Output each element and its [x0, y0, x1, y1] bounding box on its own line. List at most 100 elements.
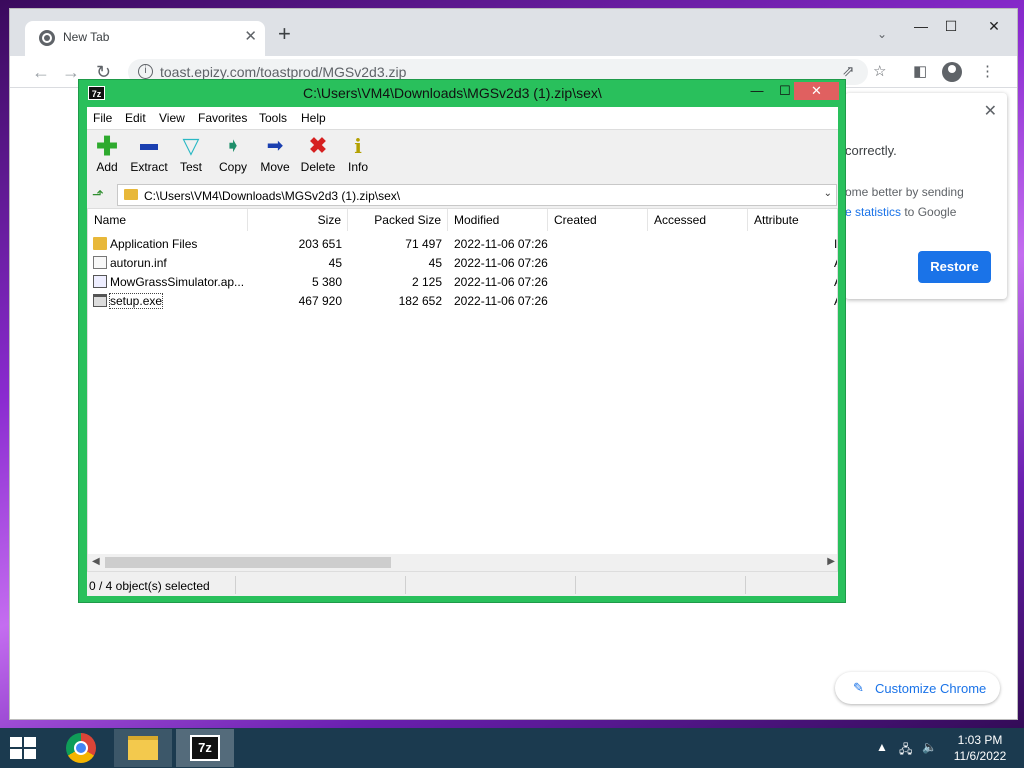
file-row[interactable]: MowGrassSimulator.ap... 5 380 2 125 2022…	[88, 273, 837, 292]
folder-icon	[93, 237, 107, 250]
menu-favorites[interactable]: Favorites	[198, 111, 247, 125]
restore-pages-bubble: ✕ correctly. ome better by sending e sta…	[845, 93, 1007, 299]
file-explorer-icon	[128, 736, 158, 760]
tab-search-chevron-icon[interactable]: ⌄	[877, 27, 887, 41]
customize-chrome-label: Customize Chrome	[875, 681, 987, 696]
tab-title: New Tab	[63, 30, 110, 44]
volume-icon[interactable]: 🔈	[922, 740, 937, 754]
info-label: Info	[347, 160, 368, 174]
folder-icon	[124, 189, 138, 200]
menu-edit[interactable]: Edit	[125, 111, 146, 125]
file-row[interactable]: setup.exe 467 920 182 652 2022-11-06 07:…	[88, 292, 837, 311]
info-button[interactable]: i Info	[335, 134, 381, 180]
copy-button[interactable]: ➧ Copy	[210, 134, 256, 180]
taskbar-chrome[interactable]	[52, 729, 110, 767]
arrow-right-icon: ➡	[266, 135, 284, 157]
menu-help[interactable]: Help	[301, 111, 326, 125]
up-folder-icon[interactable]: ⬏	[92, 186, 104, 203]
add-button[interactable]: ✚ Add	[84, 131, 130, 180]
clock[interactable]: 1:03 PM 11/6/2022	[950, 732, 1010, 764]
back-arrow-icon[interactable]: ←	[32, 62, 50, 82]
7zip-address-text[interactable]: C:\Users\VM4\Downloads\MGSv2d3 (1).zip\s…	[144, 189, 400, 203]
double-arrow-icon: ➧	[224, 135, 242, 157]
test-button[interactable]: ▽ Test	[168, 134, 214, 180]
file-attributes: I	[834, 237, 838, 251]
7zip-minimize-button[interactable]: —	[744, 82, 770, 100]
menu-file[interactable]: File	[93, 111, 112, 125]
7zip-close-button[interactable]: ✕	[794, 82, 839, 100]
restore-message-line3: e statistics to Google	[845, 205, 956, 219]
check-icon: ▽	[182, 133, 200, 158]
7zip-title-bar[interactable]: 7z C:\Users\VM4\Downloads\MGSv2d3 (1).zi…	[79, 80, 845, 106]
scroll-right-icon[interactable]: ▶	[827, 556, 835, 567]
file-attributes: A	[834, 275, 837, 289]
chrome-close-button[interactable]: ✕	[972, 13, 1016, 39]
site-info-icon[interactable]: i	[138, 64, 153, 79]
taskbar-7zip[interactable]: 7z	[176, 729, 234, 767]
col-packed-size[interactable]: Packed Size	[348, 209, 448, 231]
file-size: 5 380	[311, 275, 342, 289]
clock-date: 11/6/2022	[953, 749, 1007, 763]
file-packed-size: 2 125	[411, 275, 442, 289]
move-label: Move	[260, 160, 290, 174]
show-hidden-icons-icon[interactable]: ▲	[876, 740, 888, 754]
file-attributes: A	[834, 256, 837, 270]
address-dropdown-icon[interactable]: ⌄	[824, 188, 832, 199]
customize-chrome-button[interactable]: ✎ Customize Chrome	[835, 672, 1000, 704]
menu-tools[interactable]: Tools	[259, 111, 287, 125]
restore-button[interactable]: Restore	[918, 251, 991, 283]
pencil-icon: ✎	[853, 680, 864, 695]
bubble-close-icon[interactable]: ✕	[984, 101, 997, 121]
col-size[interactable]: Size	[248, 209, 348, 231]
file-name: setup.exe	[108, 293, 164, 309]
chrome-maximize-button[interactable]: ☐	[931, 13, 971, 39]
scroll-thumb[interactable]	[105, 557, 391, 568]
new-tab-plus-icon[interactable]: +	[278, 23, 291, 45]
side-panel-icon[interactable]: ◧	[913, 64, 927, 80]
7zip-app-icon: 7z	[88, 86, 105, 100]
plus-icon: ✚	[96, 131, 118, 161]
profile-avatar-icon[interactable]	[942, 62, 962, 82]
move-button[interactable]: ➡ Move	[252, 134, 298, 180]
start-button[interactable]	[10, 737, 38, 759]
file-row[interactable]: Application Files 203 651 71 497 2022-11…	[88, 235, 838, 254]
windows-logo-icon	[10, 737, 22, 747]
bookmark-star-icon[interactable]: ☆	[873, 64, 886, 80]
file-name: MowGrassSimulator.ap...	[110, 275, 245, 289]
chrome-favicon-icon	[39, 30, 55, 46]
document-icon	[93, 256, 107, 269]
7zip-icon: 7z	[190, 735, 220, 761]
executable-icon	[93, 294, 107, 307]
selection-status: 0 / 4 object(s) selected	[89, 579, 210, 593]
horizontal-scrollbar[interactable]: ◀ ▶	[88, 554, 837, 571]
test-label: Test	[179, 160, 202, 174]
7zip-client-area: File Edit View Favorites Tools Help ✚ Ad…	[87, 107, 838, 596]
address-url[interactable]: toast.epizy.com/toastprod/MGSv2d3.zip	[160, 64, 406, 80]
windows-logo-icon	[10, 749, 22, 759]
extract-button[interactable]: Extract	[126, 134, 172, 180]
extract-label: Extract	[130, 160, 168, 174]
tab-close-icon[interactable]: ✕	[244, 27, 257, 45]
chrome-tab-strip: New Tab ✕ + ⌄ — ☐ ✕	[10, 9, 1017, 56]
scroll-left-icon[interactable]: ◀	[92, 556, 100, 567]
restore-message-line2: ome better by sending	[845, 185, 964, 199]
7zip-file-list[interactable]: Name Size Packed Size Modified Created A…	[87, 208, 838, 572]
col-attributes[interactable]: Attribute	[748, 209, 837, 231]
network-icon[interactable]: 🖧	[899, 740, 912, 761]
chrome-menu-kebab-icon[interactable]: ⋮	[980, 64, 995, 80]
share-icon[interactable]: ⇗	[842, 64, 855, 80]
file-packed-size: 71 497	[405, 237, 442, 251]
file-row[interactable]: autorun.inf 45 45 2022-11-06 07:26 A	[88, 254, 837, 273]
col-accessed[interactable]: Accessed	[648, 209, 748, 231]
status-divider	[235, 576, 236, 594]
info-icon: i	[354, 134, 362, 158]
7zip-address-field[interactable]: C:\Users\VM4\Downloads\MGSv2d3 (1).zip\s…	[117, 184, 837, 206]
usage-statistics-link[interactable]: e statistics	[845, 205, 901, 219]
menu-view[interactable]: View	[159, 111, 185, 125]
windows-logo-icon	[24, 749, 36, 759]
col-modified[interactable]: Modified	[448, 209, 548, 231]
taskbar-file-explorer[interactable]	[114, 729, 172, 767]
col-name[interactable]: Name	[88, 209, 248, 231]
col-created[interactable]: Created	[548, 209, 648, 231]
tab-new-tab[interactable]: New Tab ✕	[25, 21, 265, 56]
